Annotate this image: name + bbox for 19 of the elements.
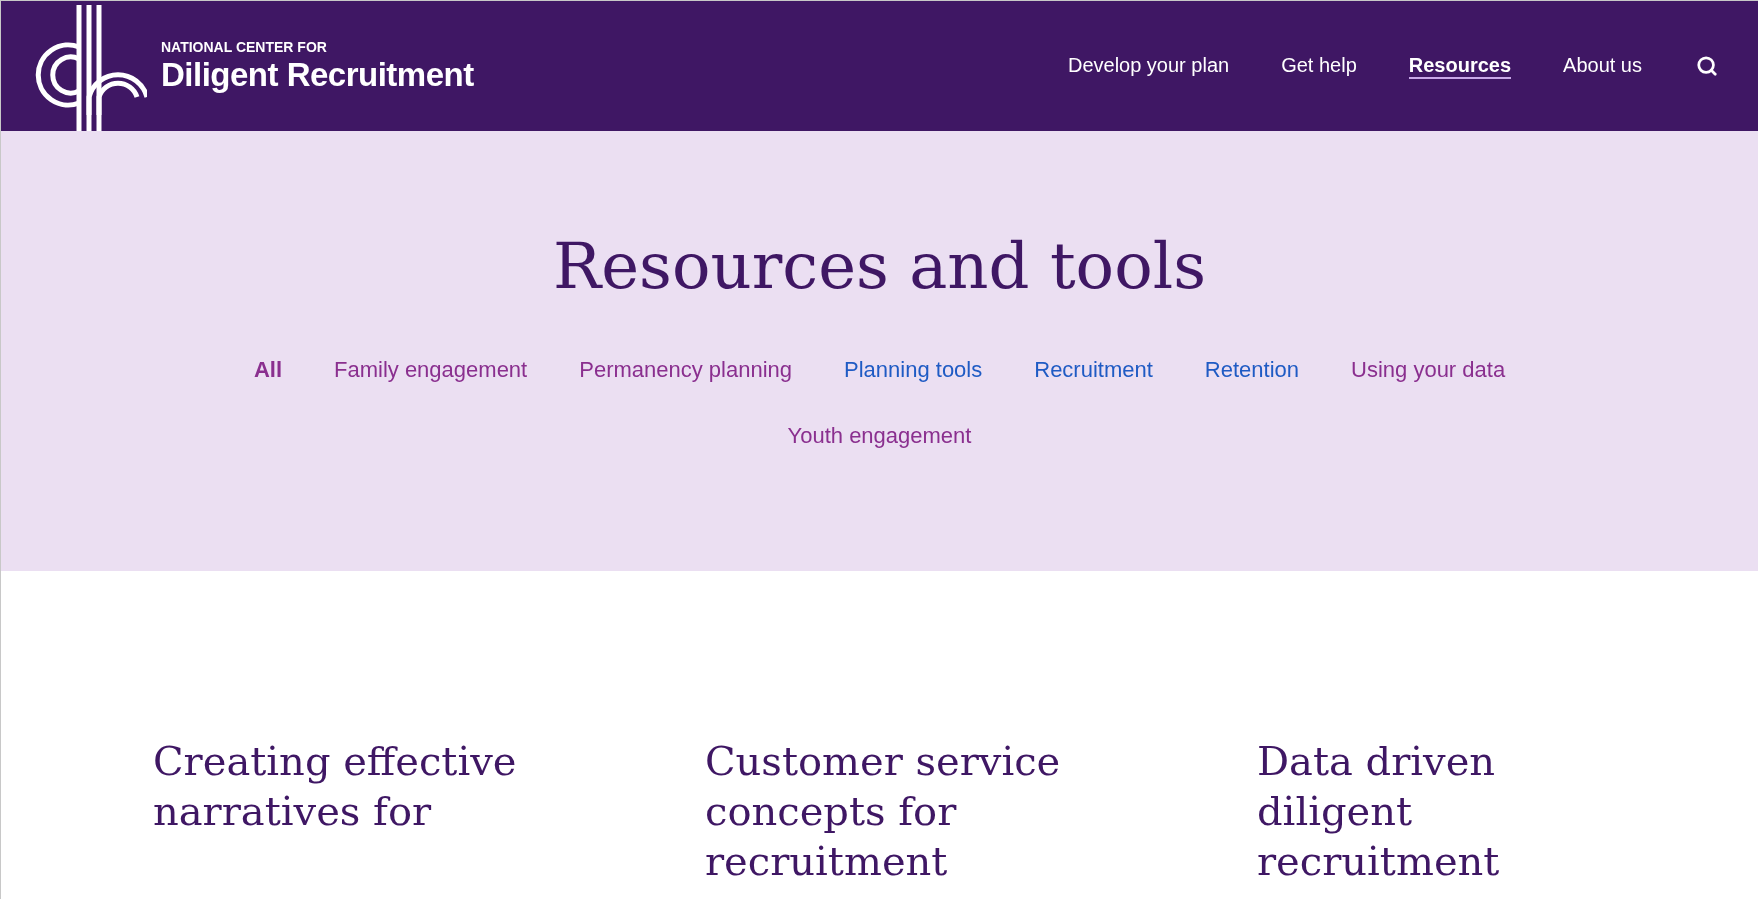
filter-link[interactable]: All [253,352,282,388]
filter-link[interactable]: Permanency planning [579,352,793,388]
filter-link[interactable]: Retention [1204,352,1300,388]
filter-link[interactable]: Using your data [1351,352,1506,388]
filter-link[interactable]: Family engagement [334,352,528,388]
filter-link[interactable]: Youth engagement [787,418,972,454]
logo-tagline: NATIONAL CENTER FOR [161,38,328,56]
nav-link[interactable]: Develop your plan [1067,53,1230,79]
card-title[interactable]: Creating effective narratives for [153,736,555,886]
nav-link[interactable]: About us [1563,53,1642,79]
page-title: Resources and tools [553,228,1206,305]
filter-link[interactable]: Planning tools [844,352,983,388]
nav-link[interactable]: Get help [1281,53,1357,79]
logo-title: Diligent Recruitment [161,56,474,94]
filter-link[interactable]: Recruitment [1034,352,1153,388]
card-title[interactable]: Customer service concepts for recruitment [705,736,1107,886]
card-title[interactable]: Data driven diligent recruitment [1257,736,1659,886]
search-icon[interactable] [1696,55,1718,77]
nav-link[interactable]: Resources [1408,53,1512,79]
